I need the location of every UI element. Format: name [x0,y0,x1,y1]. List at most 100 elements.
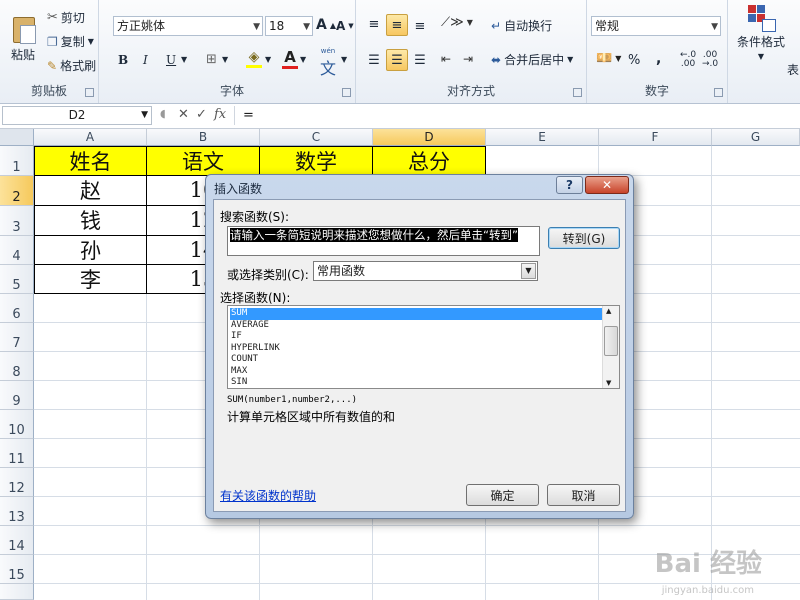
chevron-down-icon[interactable]: ▼ [264,54,272,65]
shrink-font-icon[interactable]: A ▼ [335,18,355,34]
enter-formula-icon[interactable]: ✓ [196,107,207,122]
increase-indent-icon[interactable]: ⇥ [462,51,474,67]
column-header-d[interactable]: D [373,129,486,146]
chevron-down-icon[interactable]: ▼ [299,54,307,65]
align-right-icon[interactable]: ☰ [410,50,430,70]
category-select[interactable]: 常用函数 ▼ [313,261,538,281]
function-item-count[interactable]: COUNT [230,354,603,366]
cell-a5[interactable]: 李 [34,264,147,294]
row-header-12[interactable]: 12 [0,468,34,497]
italic-button[interactable]: I [142,52,149,68]
row-header-4[interactable]: 4 [0,236,34,265]
name-box[interactable]: D2 ▼ [2,106,152,125]
format-as-table-partial[interactable]: 表 [786,60,800,79]
align-left-icon[interactable]: ☰ [364,50,384,70]
row-header-14[interactable]: 14 [0,526,34,555]
scroll-up-icon[interactable]: ▲ [606,307,611,315]
conditional-format-button[interactable]: 条件格式 ▼ [732,4,790,68]
bold-button[interactable]: B [117,52,129,68]
row-header-9[interactable]: 9 [0,381,34,410]
function-item-average[interactable]: AVERAGE [230,320,603,332]
select-all-corner[interactable] [0,129,34,146]
merge-center-button[interactable]: ⬌ 合并后居中 ▼ [490,50,574,69]
ok-button[interactable]: 确定 [466,484,539,506]
goto-button[interactable]: 转到(G) [548,227,620,249]
row-header-16[interactable] [0,584,34,600]
row-header-10[interactable]: 10 [0,410,34,439]
align-middle-icon[interactable]: ≡ [386,14,408,36]
row-header-7[interactable]: 7 [0,323,34,352]
align-top-icon[interactable]: ≡ [364,14,384,34]
row-header-6[interactable]: 6 [0,294,34,323]
cell-a2[interactable]: 赵 [34,175,147,206]
row-header-1[interactable]: 1 [0,146,34,176]
border-icon[interactable]: ⊞ [205,51,218,68]
font-launcher-icon[interactable] [342,88,351,97]
cell-b1[interactable]: 语文 [146,146,260,176]
font-name-combo[interactable]: 方正姚体 ▼ [113,16,263,36]
clipboard-launcher-icon[interactable] [85,88,94,97]
number-launcher-icon[interactable] [714,88,723,97]
paste-button[interactable]: 粘贴 [4,2,42,74]
decrease-indent-icon[interactable]: ⇤ [440,51,452,67]
chevron-down-icon[interactable]: ▼ [521,263,536,279]
underline-button[interactable]: U [165,52,177,68]
increase-decimal-icon[interactable]: ←.0.00 [679,50,697,70]
cell-a1[interactable]: 姓名 [34,146,147,176]
column-header-c[interactable]: C [260,129,373,146]
phonetic-icon[interactable]: wén 文 [319,46,337,80]
chevron-down-icon[interactable]: ▼ [221,54,229,65]
cancel-button[interactable]: 取消 [547,484,620,506]
cancel-formula-icon[interactable]: ✕ [178,107,189,122]
column-header-a[interactable]: A [34,129,147,146]
orientation-icon[interactable]: ⟋≫ ▼ [440,14,474,31]
cell-d1[interactable]: 总分 [372,146,486,176]
chevron-down-icon[interactable]: ▼ [340,54,348,65]
cell-a3[interactable]: 钱 [34,205,147,236]
function-list-scrollbar[interactable]: ▲ ▼ [602,306,619,388]
decrease-decimal-icon[interactable]: .00 →.0 [701,50,719,70]
function-list[interactable]: SUM AVERAGE IF HYPERLINK COUNT MAX SIN ▲… [227,305,620,389]
function-item-max[interactable]: MAX [230,366,603,378]
insert-function-icon[interactable]: fx [214,107,226,122]
fill-color-icon[interactable]: ◈ [245,48,263,69]
row-header-8[interactable]: 8 [0,352,34,381]
column-header-b[interactable]: B [147,129,260,146]
function-item-hyperlink[interactable]: HYPERLINK [230,343,603,355]
cell-a4[interactable]: 孙 [34,235,147,265]
copy-button[interactable]: ❐ 复制 ▼ [46,32,95,51]
close-button[interactable]: ✕ [585,176,629,194]
row-header-15[interactable]: 15 [0,555,34,584]
cell-c1[interactable]: 数学 [259,146,373,176]
alignment-launcher-icon[interactable] [573,88,582,97]
scroll-thumb[interactable] [604,326,618,356]
help-button[interactable]: ? [556,176,583,194]
chevron-down-icon[interactable]: ▼ [180,54,188,65]
format-painter-button[interactable]: ✎ 格式刷 [46,56,97,75]
formula-input[interactable]: = [234,106,800,125]
row-header-5[interactable]: 5 [0,265,34,294]
function-item-if[interactable]: IF [230,331,603,343]
grow-font-icon[interactable]: A ▲ [315,16,337,34]
currency-icon[interactable]: 💴 ▼ [595,50,622,67]
column-header-f[interactable]: F [599,129,712,146]
function-help-link[interactable]: 有关该函数的帮助 [220,487,316,504]
font-color-icon[interactable]: A [281,47,299,70]
comma-button[interactable]: , [655,50,662,68]
row-header-13[interactable]: 13 [0,497,34,526]
align-bottom-icon[interactable]: ≡ [410,16,430,36]
column-header-e[interactable]: E [486,129,599,146]
function-item-sum[interactable]: SUM [230,308,603,320]
align-center-icon[interactable]: ☰ [386,49,408,71]
function-item-sin[interactable]: SIN [230,377,603,389]
row-header-11[interactable]: 11 [0,439,34,468]
row-header-3[interactable]: 3 [0,206,34,236]
search-function-input[interactable]: 请输入一条简短说明来描述您想做什么，然后单击“转到” [227,226,540,256]
cut-button[interactable]: ✂ 剪切 [46,8,86,27]
scroll-down-icon[interactable]: ▼ [606,379,611,387]
row-header-2[interactable]: 2 [0,176,34,206]
wrap-text-button[interactable]: ↵ 自动换行 [490,16,553,35]
column-header-g[interactable]: G [712,129,800,146]
number-format-combo[interactable]: 常规 ▼ [591,16,721,36]
font-size-combo[interactable]: 18 ▼ [265,16,313,36]
